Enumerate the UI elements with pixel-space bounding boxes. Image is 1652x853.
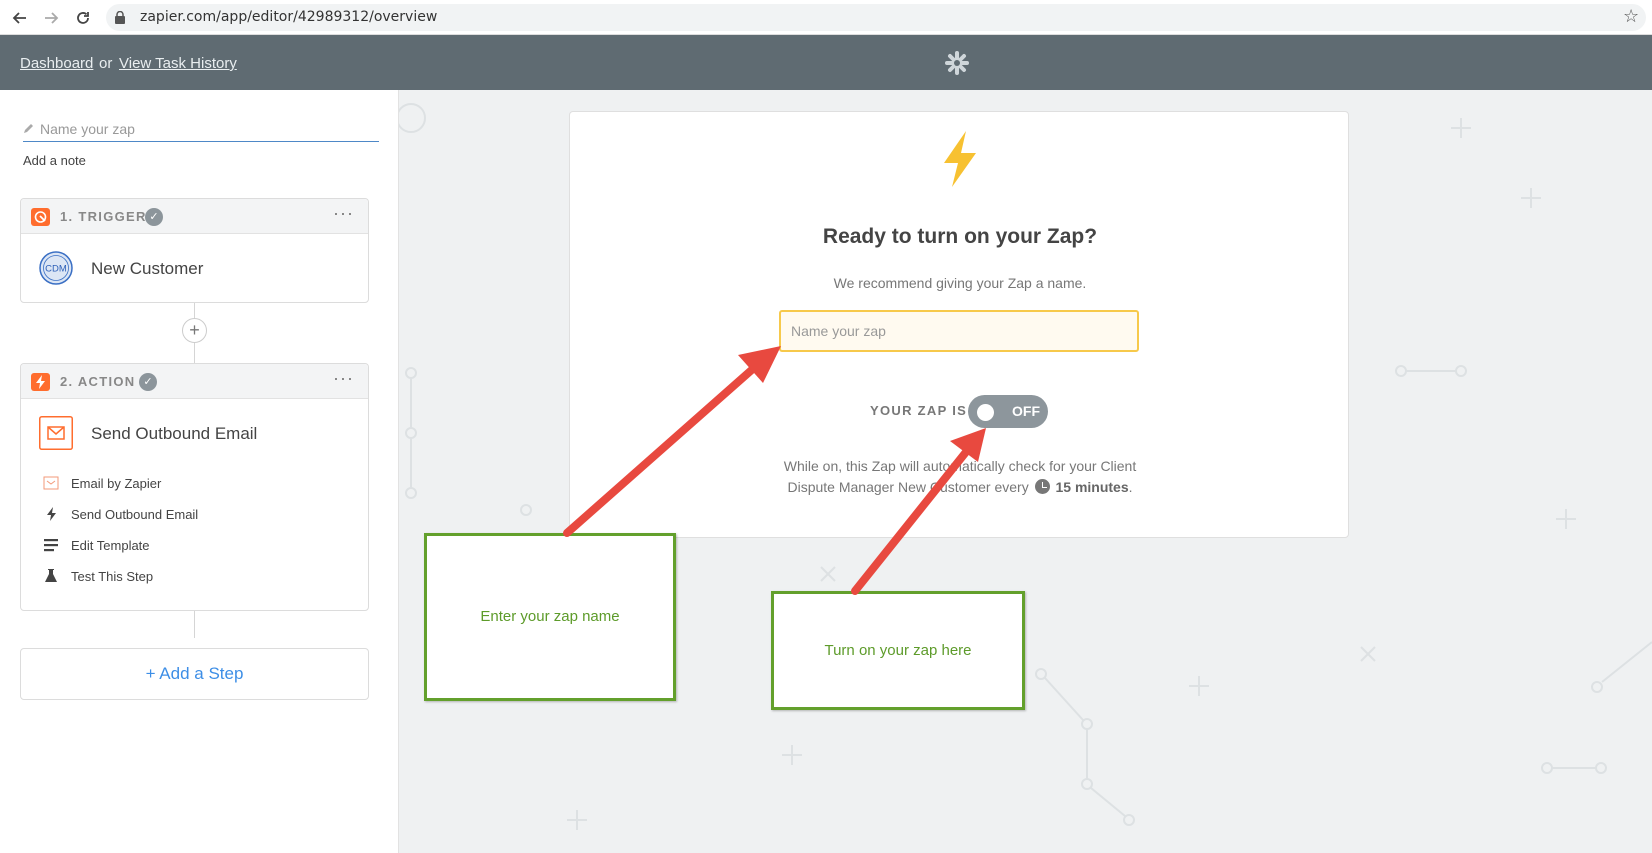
action-step-card[interactable]: 2. ACTION ✓ ··· Send Outbound Email Emai… [20,363,369,611]
bolt-small-icon [47,507,56,521]
polling-note: While on, this Zap will automatically ch… [570,456,1350,498]
editor-canvas: Ready to turn on your Zap? We recommend … [399,90,1652,853]
action-subitem-test-label: Test This Step [71,569,154,584]
pencil-icon [24,124,33,133]
trigger-badge-icon [31,208,50,226]
clock-icon [1034,479,1050,494]
step-connector-line-2 [194,611,195,638]
header-or-text: or [99,55,113,72]
trigger-step-card[interactable]: 1. TRIGGER ✓ ··· CDM New Customer [20,198,369,303]
view-task-history-link[interactable]: View Task History [119,55,237,72]
toggle-knob [977,404,994,421]
svg-text:CDM: CDM [45,264,67,275]
sidebar-zap-name-input[interactable]: Name your zap [23,118,379,142]
trigger-step-header: 1. TRIGGER ✓ ··· [21,199,368,234]
polling-interval: 15 minutes [1055,479,1129,495]
email-app-icon [39,416,73,450]
action-check-icon: ✓ [139,373,157,391]
add-note-link[interactable]: Add a note [23,153,86,168]
zapier-logo-icon[interactable] [944,50,970,76]
action-step-header: 2. ACTION ✓ ··· [21,364,368,399]
dashboard-link[interactable]: Dashboard [20,55,93,72]
trigger-more-menu-icon[interactable]: ··· [333,203,354,224]
trigger-step-title: 1. TRIGGER [60,209,147,224]
insert-step-plus-button[interactable]: + [182,318,207,343]
add-step-button[interactable]: + Add a Step [20,648,369,700]
trigger-check-icon: ✓ [145,208,163,226]
polling-note-line2: Dispute Manager New Customer every [787,479,1029,495]
callout-turn-on-zap: Turn on your zap here [771,591,1025,710]
action-subitem-template-label: Edit Template [71,538,150,553]
action-app-name: Send Outbound Email [91,424,258,443]
editor-sidebar: Name your zap Add a note 1. TRIGGER ✓ ··… [0,90,399,853]
card-title: Ready to turn on your Zap? [822,225,1098,248]
lock-icon [115,11,125,24]
app-header: Dashboard or View Task History [0,35,1652,90]
back-arrow-icon[interactable] [9,7,31,29]
lightning-bolt-icon [944,131,976,187]
zap-name-input[interactable]: Name your zap [779,310,1139,352]
forward-arrow-icon[interactable] [40,7,62,29]
flask-icon [45,569,57,582]
email-small-icon [43,476,59,490]
reload-icon[interactable] [72,7,94,29]
turn-on-zap-card: Ready to turn on your Zap? We recommend … [569,111,1349,538]
action-subitem-event-label: Send Outbound Email [71,507,199,522]
bookmark-star-icon[interactable]: ☆ [1623,6,1639,27]
action-subitem-app-label: Email by Zapier [71,476,162,491]
action-more-menu-icon[interactable]: ··· [333,368,354,389]
action-badge-icon [31,373,50,391]
browser-toolbar: zapier.com/app/editor/42989312/overview … [0,0,1652,35]
polling-note-line1: While on, this Zap will automatically ch… [783,458,1137,474]
list-lines-icon [44,539,58,552]
card-subtitle: We recommend giving your Zap a name. [833,275,1087,291]
url-text[interactable]: zapier.com/app/editor/42989312/overview [140,9,437,25]
cdm-app-icon: CDM [39,251,73,285]
polling-note-suffix: . [1128,479,1133,495]
trigger-app-name: New Customer [91,259,204,278]
zap-on-off-toggle[interactable]: OFF [968,395,1048,428]
sidebar-zap-name-placeholder: Name your zap [40,121,135,137]
callout-enter-zap-name: Enter your zap name [424,533,676,701]
zap-status-label: YOUR ZAP IS [870,403,968,418]
action-step-title: 2. ACTION [60,374,136,389]
toggle-state-text: OFF [1012,403,1040,419]
